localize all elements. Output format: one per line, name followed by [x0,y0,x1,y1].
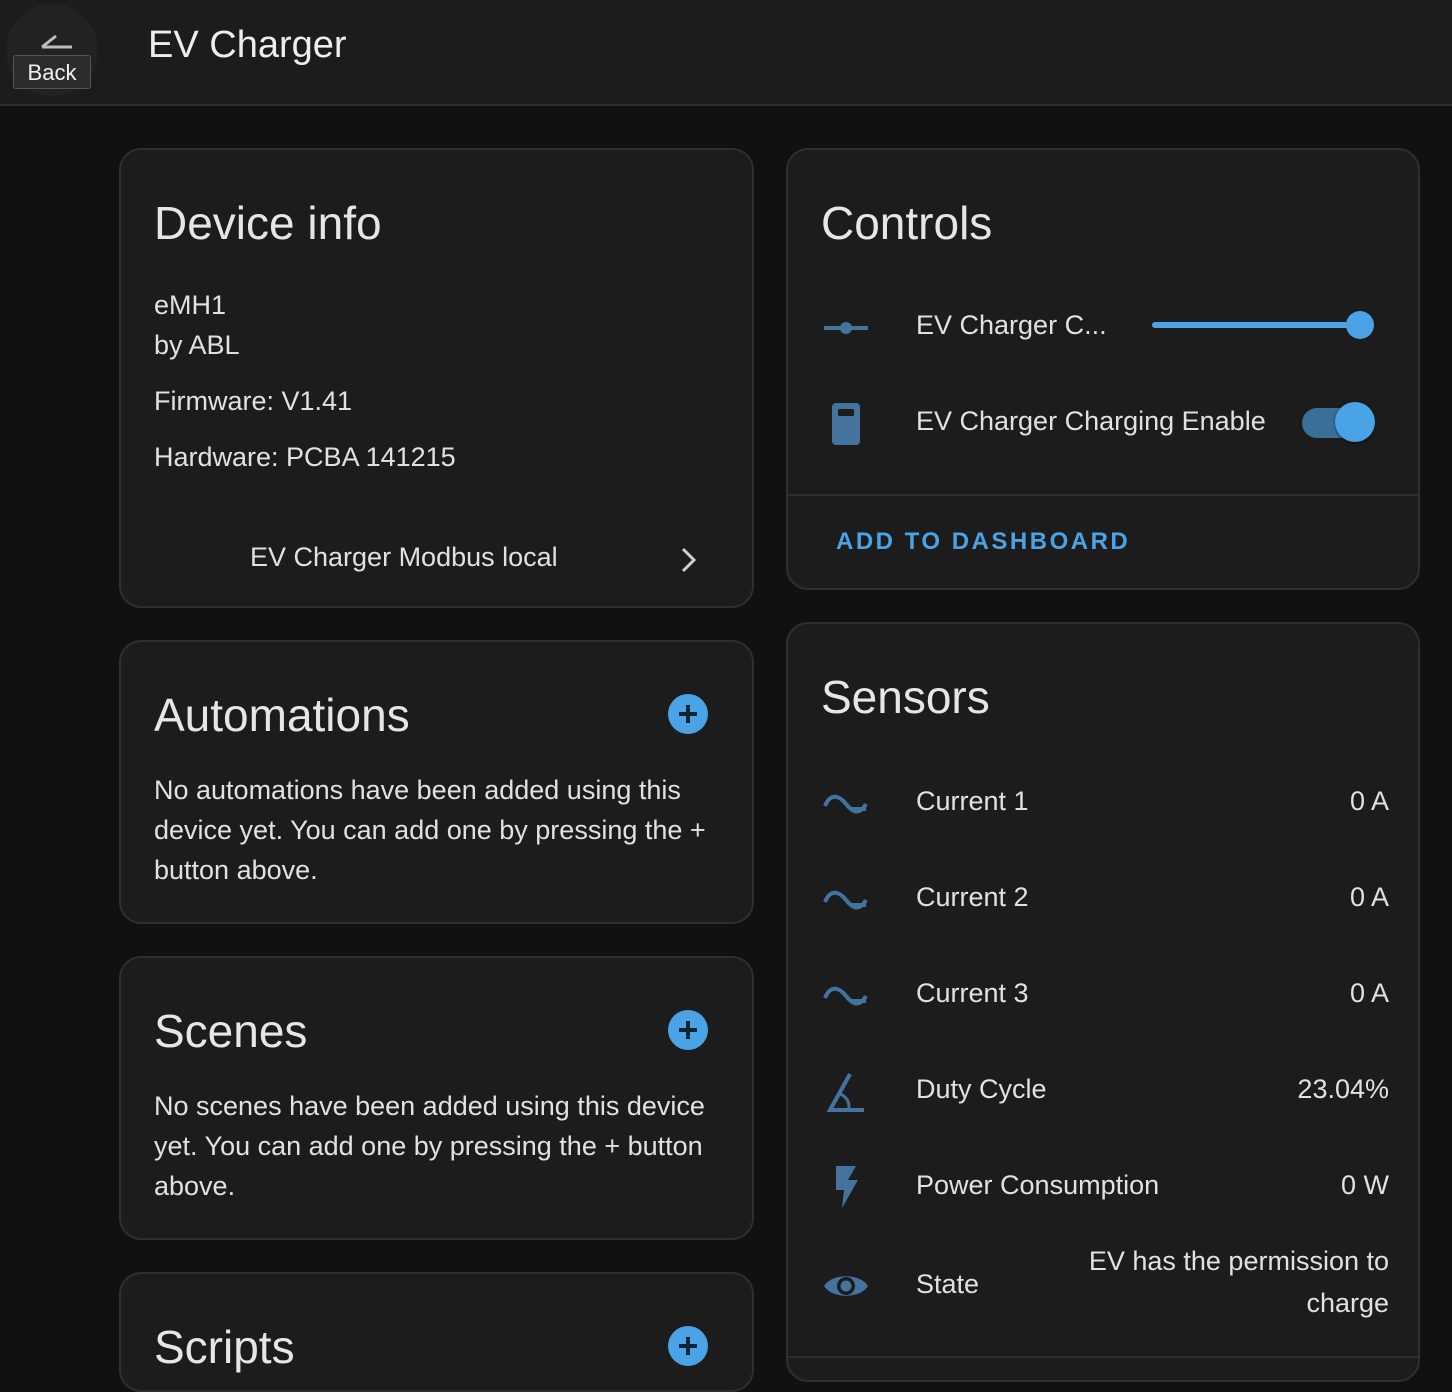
sensor-row-current-3[interactable]: Current 3 0 A [788,966,1418,1036]
scenes-title: Scenes [154,1005,308,1057]
sensor-value: 23.04% [1297,1074,1389,1104]
scenes-card: Scenes No scenes have been added using t… [119,956,754,1240]
control-toggle-label[interactable]: EV Charger Charging Enable [916,406,1266,437]
chevron-right-icon [681,547,697,573]
sensor-row-current-2[interactable]: Current 2 0 A [788,870,1418,940]
sensor-row-current-1[interactable]: Current 1 0 A [788,774,1418,844]
sensor-value: 0 A [1349,978,1389,1008]
sensors-divider [788,1356,1418,1358]
scripts-title: Scripts [154,1321,295,1373]
scripts-card: Scripts [119,1272,754,1392]
automations-title: Automations [154,689,410,741]
charging-enable-toggle-thumb[interactable] [1335,402,1375,442]
integration-link-label: EV Charger Modbus local [250,542,558,572]
controls-divider [788,494,1418,496]
sensor-row-power-consumption[interactable]: Power Consumption 0 W [788,1158,1418,1228]
integration-link[interactable]: EV Charger Modbus local [121,520,752,580]
add-automation-button[interactable] [668,694,708,734]
top-app-bar: Back EV Charger [0,0,1452,106]
control-slider-label[interactable]: EV Charger C... [916,310,1107,341]
sensor-row-state[interactable]: State EV has the permission to charge [788,1236,1418,1336]
charging-current-slider-thumb[interactable] [1346,311,1374,339]
device-manufacturer: by ABL [154,330,240,360]
controls-card: Controls EV Charger C... EV Charger Char… [786,148,1420,590]
flash-icon [836,1166,858,1208]
sensor-value-line-2: charge [1306,1288,1389,1318]
firmware-version: Firmware: V1.41 [154,386,353,416]
charging-current-slider[interactable] [1152,322,1364,328]
device-info-card: Device info eMH1 by ABL Firmware: V1.41 … [119,148,754,608]
sensors-title: Sensors [821,671,990,723]
current-ac-icon [823,986,868,1006]
sensor-value-line-1: EV has the permission to [1088,1246,1389,1276]
add-scene-button[interactable] [668,1010,708,1050]
sensor-label: Current 2 [916,882,1029,912]
back-tooltip: Back [13,55,91,89]
sensor-value: 0 W [1340,1170,1389,1200]
device-model: eMH1 [154,290,227,320]
device-info-title: Device info [154,197,382,249]
automations-empty-text: No automations have been added using thi… [154,775,706,885]
add-script-button[interactable] [668,1326,708,1366]
page-title: EV Charger [148,24,347,66]
charger-station-icon [832,403,860,445]
sensors-card: Sensors Current 1 0 A Current 2 0 A Curr… [786,622,1420,1382]
automations-card: Automations No automations have been add… [119,640,754,924]
slider-icon [824,322,868,334]
sensor-value: 0 A [1349,882,1389,912]
eye-icon [824,1276,868,1296]
current-ac-icon [823,890,868,910]
hardware-version: Hardware: PCBA 141215 [154,442,456,472]
angle-acute-icon [826,1073,864,1112]
sensor-label: State [916,1269,980,1299]
controls-title: Controls [821,197,993,249]
sensor-label: Power Consumption [916,1170,1160,1200]
current-ac-icon [823,794,868,814]
scenes-empty-text: No scenes have been added using this dev… [154,1091,705,1201]
sensor-label: Duty Cycle [916,1074,1047,1104]
sensor-value: 0 A [1349,786,1389,816]
sensor-label: Current 1 [916,786,1029,816]
add-to-dashboard-button[interactable]: ADD TO DASHBOARD [836,528,1130,556]
sensor-row-duty-cycle[interactable]: Duty Cycle 23.04% [788,1062,1418,1132]
sensor-label: Current 3 [916,978,1029,1008]
